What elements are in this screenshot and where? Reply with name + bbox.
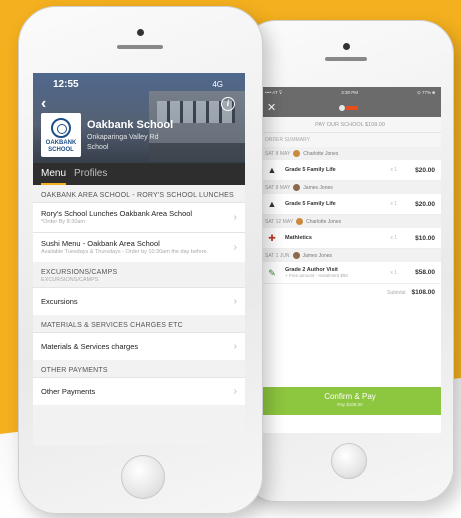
student-avatar [296, 218, 304, 225]
checkout-navbar: ✕ [259, 99, 441, 117]
menu-item-title: Rory's School Lunches Oakbank Area Schoo… [41, 209, 193, 218]
chevron-right-icon: › [233, 295, 237, 307]
menu-item-title: Materials & Services charges [41, 342, 139, 351]
menu-item-sushi-menu[interactable]: Sushi Menu - Oakbank Area School Availab… [33, 232, 245, 262]
section-subheading: EXCURSIONS/CAMPS [41, 277, 99, 283]
product-qty: x 1 [390, 167, 397, 173]
confirm-pay-amount: Pay $108.00 [337, 402, 363, 407]
phone-checkout: •••• AT ⊽ 3:30 PM ⊙ 77% ■ ✕ PAY OUR SCHO… [242, 20, 454, 502]
school-header: 12:55 4G ‹ i OAKBANK SCHOOL Oakbank Scho… [33, 73, 245, 185]
home-button[interactable] [331, 443, 367, 479]
tab-profiles[interactable]: Profiles [74, 163, 107, 185]
subtotal-row: Subtotal $108.00 [259, 284, 441, 301]
order-date: SAT 12 MAY [265, 218, 294, 225]
section-heading: OAKBANK AREA SCHOOL - RORY'S SCHOOL LUNC… [41, 192, 234, 199]
chevron-right-icon: › [233, 340, 237, 352]
order-list: SAT 8 MAY Charlotte Jones ▲ Grade 5 Fami… [259, 147, 441, 284]
student-name: Charlotte Jones [306, 218, 342, 225]
product-icon: ✚ [268, 233, 276, 243]
menu-item-desc: Available Tuesdays & Thursdays - Order b… [41, 249, 209, 255]
product-name: Grade 2 Author Visit + Free amount - Ins… [285, 267, 390, 278]
student-name: James Jones [302, 252, 333, 259]
product-price: $58.00 [415, 269, 435, 276]
home-button[interactable] [121, 455, 165, 499]
product-qty: x 1 [390, 201, 397, 207]
status-signal: 4G [212, 80, 223, 89]
order-date: SAT 1 JUN [265, 252, 290, 259]
front-camera [137, 29, 144, 36]
section-heading: MATERIALS & SERVICES CHARGES ETC [41, 322, 183, 329]
info-icon[interactable]: i [221, 97, 235, 111]
product-price: $20.00 [415, 166, 435, 174]
product-icon: ▲ [267, 199, 277, 209]
back-chevron-icon[interactable]: ‹ [41, 95, 46, 113]
order-date-row: SAT 8 MAY Charlotte Jones [259, 147, 441, 160]
close-icon[interactable]: ✕ [267, 101, 276, 114]
student-avatar [293, 150, 301, 157]
tab-bar: Menu Profiles [33, 163, 245, 185]
confirm-pay-button[interactable]: Confirm & Pay Pay $108.00 [259, 387, 441, 415]
product-name: Mathletics [285, 235, 312, 241]
order-summary-label: ORDER SUMMARY [259, 133, 441, 147]
school-logo-text: OAKBANK SCHOOL [45, 140, 77, 153]
brand-logo [339, 104, 359, 112]
status-time: 12:55 [53, 79, 79, 90]
menu-item-title: Other Payments [41, 387, 96, 396]
product-name: Grade 5 Family Life [285, 201, 336, 207]
chevron-right-icon: › [233, 241, 237, 253]
order-date: SAT 8 MAY [265, 184, 291, 191]
product-qty: x 1 [390, 235, 397, 241]
chevron-right-icon: › [233, 211, 237, 223]
pay-heading: PAY OUR SCHOOL $108.00 [259, 117, 441, 133]
menu-item-rorys-lunches[interactable]: Rory's School Lunches Oakbank Area Schoo… [33, 202, 245, 232]
earpiece-speaker [325, 57, 367, 61]
product-subtext: + Free amount - Instalment $50 [285, 273, 348, 278]
student-avatar [293, 184, 301, 191]
menu-item-desc: *Order By 8:30am [41, 219, 86, 225]
status-bar: •••• AT ⊽ 3:30 PM ⊙ 77% ■ [259, 87, 441, 99]
menu-item-materials-services[interactable]: Materials & Services charges › [33, 332, 245, 360]
product-name: Grade 5 Family Life [285, 167, 336, 173]
menu-list: OAKBANK AREA SCHOOL - RORY'S SCHOOL LUNC… [33, 185, 245, 445]
order-item[interactable]: ▲ Grade 5 Family Life x 1 $20.00 [259, 160, 441, 181]
product-icon: ▲ [267, 165, 277, 175]
status-battery: ⊙ 77% ■ [416, 90, 435, 95]
confirm-pay-label: Confirm & Pay [324, 392, 376, 401]
school-name: Oakbank School [87, 119, 174, 131]
order-item[interactable]: ▲ Grade 5 Family Life x 1 $20.00 [259, 194, 441, 215]
school-menu-screen: 12:55 4G ‹ i OAKBANK SCHOOL Oakbank Scho… [33, 73, 245, 445]
menu-item-title: Excursions [41, 297, 78, 306]
school-address: Onkaparinga Valley Rd School [87, 134, 159, 151]
menu-item-excursions[interactable]: Excursions › [33, 287, 245, 315]
status-time: 3:30 PM [341, 90, 358, 95]
product-price: $20.00 [415, 200, 435, 208]
product-price: $10.00 [415, 234, 435, 242]
order-item[interactable]: ✎ Grade 2 Author Visit + Free amount - I… [259, 262, 441, 284]
order-item[interactable]: ✚ Mathletics x 1 $10.00 [259, 228, 441, 249]
student-name: James Jones [303, 184, 333, 191]
checkout-screen: •••• AT ⊽ 3:30 PM ⊙ 77% ■ ✕ PAY OUR SCHO… [259, 87, 441, 433]
product-icon: ✎ [268, 267, 276, 278]
school-logo-emblem [51, 118, 71, 138]
subtotal-value: $108.00 [411, 289, 436, 296]
student-avatar [292, 252, 300, 259]
tab-menu[interactable]: Menu [41, 163, 67, 185]
student-name: Charlotte Jones [303, 150, 339, 157]
chevron-right-icon: › [233, 385, 237, 397]
section-heading: OTHER PAYMENTS [41, 367, 108, 374]
product-qty: x 1 [390, 269, 397, 276]
earpiece-speaker [117, 45, 163, 49]
front-camera [343, 43, 350, 50]
school-logo: OAKBANK SCHOOL [41, 113, 81, 157]
order-date-row: SAT 12 MAY Charlotte Jones [259, 215, 441, 228]
menu-item-other-payments[interactable]: Other Payments › [33, 377, 245, 405]
status-carrier: •••• AT ⊽ [265, 90, 283, 95]
order-date-row: SAT 1 JUN James Jones [259, 249, 441, 262]
menu-item-title: Sushi Menu - Oakbank Area School [41, 239, 160, 248]
order-date-row: SAT 8 MAY James Jones [259, 181, 441, 194]
subtotal-label: Subtotal [387, 289, 406, 296]
order-date: SAT 8 MAY [265, 150, 291, 157]
phone-school-menu: 12:55 4G ‹ i OAKBANK SCHOOL Oakbank Scho… [18, 6, 263, 514]
